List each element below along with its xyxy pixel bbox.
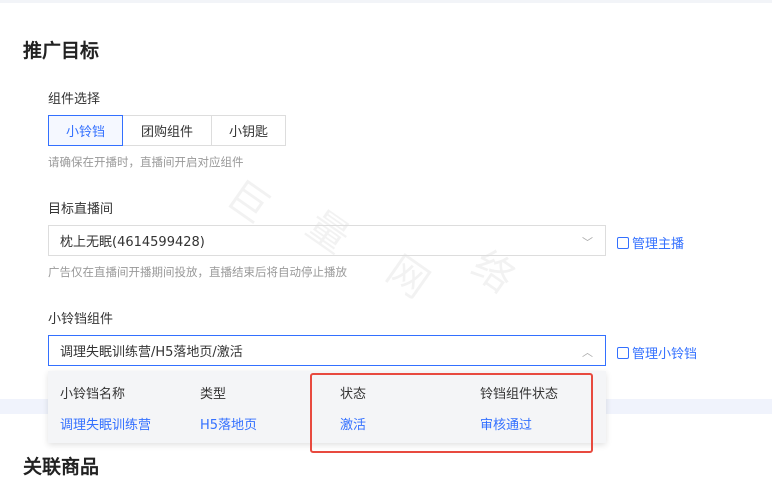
manage-bell-label: 管理小铃铛: [632, 347, 698, 362]
watermark: 巨: [218, 171, 278, 233]
manage-bell-link[interactable]: 管理小铃铛: [617, 343, 697, 362]
chevron-up-icon: ︿: [582, 346, 593, 359]
option-groupbuy[interactable]: 团购组件: [122, 115, 212, 146]
component-selector: 小铃铛 团购组件 小钥匙: [48, 115, 286, 146]
manage-anchor-label: 管理主播: [632, 237, 685, 252]
external-link-icon: [617, 346, 629, 359]
top-divider: [0, 0, 772, 3]
highlight-box: [310, 373, 593, 453]
section-title-related-products: 关联商品: [23, 456, 100, 478]
option-key[interactable]: 小钥匙: [211, 115, 286, 146]
cell-type[interactable]: H5落地页: [200, 414, 257, 433]
option-bell[interactable]: 小铃铛: [48, 115, 123, 146]
col-header-type: 类型: [200, 387, 227, 402]
room-select[interactable]: 枕上无眠(4614599428) ﹀: [48, 225, 606, 256]
cell-name[interactable]: 调理失眠训练营: [60, 414, 151, 433]
room-value: 枕上无眠(4614599428): [60, 235, 205, 250]
bell-select[interactable]: 调理失眠训练营/H5落地页/激活 ︿: [48, 335, 606, 366]
section-title-promotion-target: 推广目标: [23, 40, 100, 62]
bell-label: 小铃铛组件: [48, 312, 114, 327]
room-hint: 广告仅在直播间开播期间投放，直播结束后将自动停止播放: [48, 265, 347, 279]
external-link-icon: [617, 236, 629, 249]
bell-value: 调理失眠训练营/H5落地页/激活: [60, 345, 243, 360]
manage-anchor-link[interactable]: 管理主播: [617, 233, 684, 252]
col-header-name: 小铃铛名称: [60, 387, 126, 402]
room-label: 目标直播间: [48, 202, 114, 217]
component-hint: 请确保在开播时，直播间开启对应组件: [48, 155, 244, 169]
chevron-down-icon: ﹀: [582, 236, 593, 249]
component-label: 组件选择: [48, 92, 101, 107]
